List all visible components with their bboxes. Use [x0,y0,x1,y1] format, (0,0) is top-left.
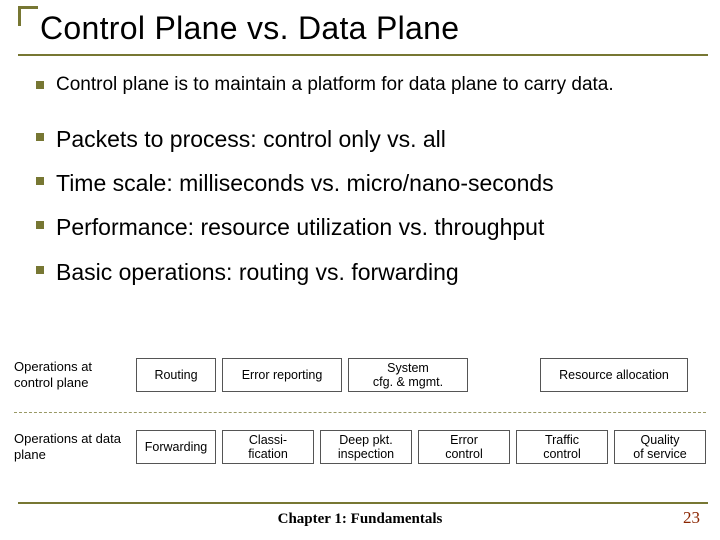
dashed-divider [14,412,706,413]
bullet-text: Performance: resource utilization vs. th… [56,212,544,242]
op-box-qos: Quality of service [614,430,706,464]
slide-title: Control Plane vs. Data Plane [40,10,459,47]
ops-label-control: Operations at control plane [14,359,124,390]
page-number: 23 [683,508,700,528]
op-box-classification: Classi- fication [222,430,314,464]
bullet-text: Packets to process: control only vs. all [56,124,446,154]
bullet-square-icon [36,221,44,229]
data-plane-ops-row: Operations at data plane Forwarding Clas… [14,430,706,464]
corner-decoration [18,6,38,26]
bullet-item: Packets to process: control only vs. all [36,124,696,154]
footer-rule [18,502,708,504]
op-box-deep-pkt-inspection: Deep pkt. inspection [320,430,412,464]
bullet-item: Control plane is to maintain a platform … [36,72,696,98]
ops-label-data: Operations at data plane [14,431,124,462]
op-box-error-reporting: Error reporting [222,358,342,392]
op-box-resource-allocation: Resource allocation [540,358,688,392]
bullet-square-icon [36,177,44,185]
op-box-error-control: Error control [418,430,510,464]
bullet-square-icon [36,266,44,274]
bullets-container: Control plane is to maintain a platform … [36,72,696,301]
control-plane-ops-row: Operations at control plane Routing Erro… [14,358,706,392]
bullet-text: Control plane is to maintain a platform … [56,72,614,98]
title-underline [18,54,708,56]
op-box-traffic-control: Traffic control [516,430,608,464]
bullet-text: Time scale: milliseconds vs. micro/nano-… [56,168,554,198]
chapter-label: Chapter 1: Fundamentals [0,511,720,528]
bullet-square-icon [36,81,44,89]
bullet-square-icon [36,133,44,141]
op-box-system-cfg: System cfg. & mgmt. [348,358,468,392]
bullet-item: Basic operations: routing vs. forwarding [36,257,696,287]
op-box-forwarding: Forwarding [136,430,216,464]
bullet-item: Time scale: milliseconds vs. micro/nano-… [36,168,696,198]
op-box-routing: Routing [136,358,216,392]
bullet-text: Basic operations: routing vs. forwarding [56,257,459,287]
bullet-item: Performance: resource utilization vs. th… [36,212,696,242]
